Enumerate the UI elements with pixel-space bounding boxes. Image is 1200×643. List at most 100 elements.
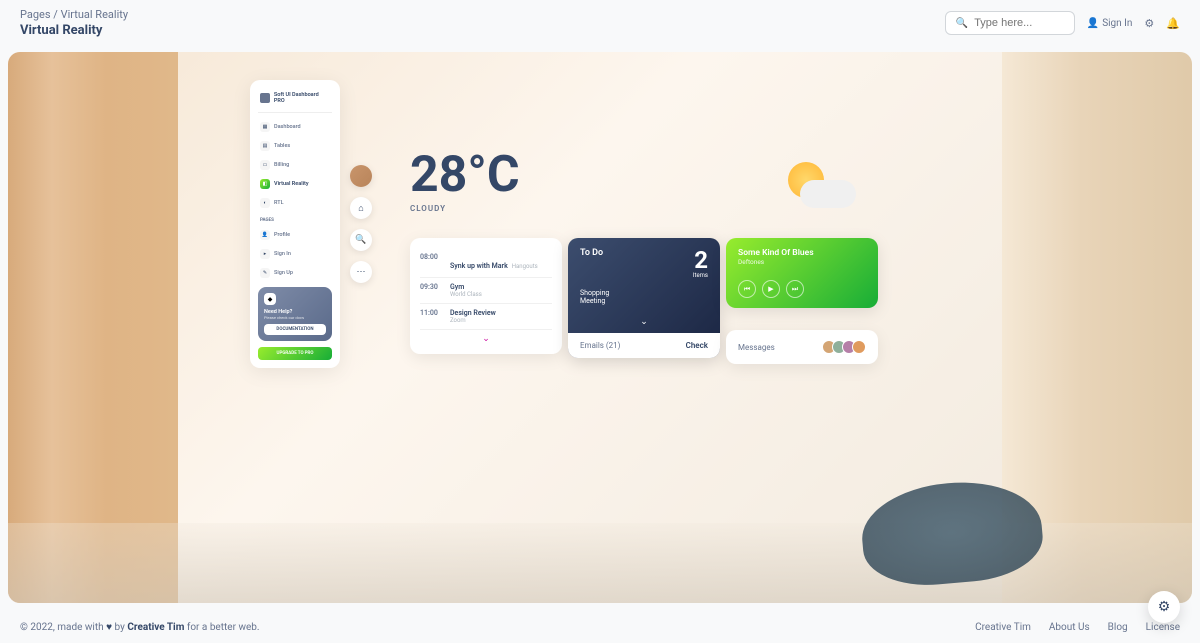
play-button[interactable]: ▶ xyxy=(762,280,780,298)
schedule-time: 11:00 xyxy=(420,309,442,324)
sidebar-item-tables[interactable]: ▤ Tables xyxy=(258,138,332,154)
upgrade-button[interactable]: UPGRADE TO PRO xyxy=(258,347,332,360)
sidebar-item-label: RTL xyxy=(274,200,284,206)
more-button[interactable]: ⋯ xyxy=(350,261,372,283)
sidebar-item-label: Virtual Reality xyxy=(274,181,309,187)
billing-icon: ▭ xyxy=(260,160,270,170)
weather-icon xyxy=(780,160,860,210)
vr-icon: ◧ xyxy=(260,179,270,189)
emails-label: Emails (21) xyxy=(580,341,620,350)
signup-icon: ✎ xyxy=(260,268,270,278)
messages-card[interactable]: Messages xyxy=(726,330,878,364)
footer-year: © 2022, xyxy=(20,622,55,633)
sidebar-item-signin[interactable]: ▸ Sign In xyxy=(258,246,332,262)
schedule-row[interactable]: 08:00 Synk up with Mark Hangouts xyxy=(420,248,552,278)
tables-icon: ▤ xyxy=(260,141,270,151)
search-icon: 🔍 xyxy=(956,18,968,29)
footer-link[interactable]: License xyxy=(1146,622,1180,633)
footer-link[interactable]: Creative Tim xyxy=(975,622,1031,633)
footer-made: made with xyxy=(57,622,103,633)
prev-button[interactable]: ⏮ xyxy=(738,280,756,298)
music-title: Some Kind Of Blues xyxy=(738,248,866,258)
heart-icon: ♥ xyxy=(106,622,112,633)
search-button[interactable]: 🔍 xyxy=(350,229,372,251)
home-button[interactable]: ⌂ xyxy=(350,197,372,219)
footer-author[interactable]: Creative Tim xyxy=(127,622,184,633)
signin-label: Sign In xyxy=(1102,18,1132,29)
weather-widget: 28°C CLOUDY xyxy=(410,150,520,213)
todo-task: Shopping xyxy=(580,289,708,297)
todo-title: To Do xyxy=(580,248,603,279)
sidebar: Soft UI Dashboard PRO ▦ Dashboard ▤ Tabl… xyxy=(250,80,340,368)
sidebar-item-label: Tables xyxy=(274,143,290,149)
notification-icon[interactable]: 🔔 xyxy=(1166,17,1180,30)
avatar-stack xyxy=(826,340,866,354)
search-input[interactable] xyxy=(974,17,1064,29)
footer: © 2022, made with ♥ by Creative Tim for … xyxy=(0,612,1200,643)
todo-count: 2 xyxy=(693,248,708,272)
music-card: Some Kind Of Blues Deftones ⏮ ▶ ⏭ xyxy=(726,238,878,308)
schedule-card: 08:00 Synk up with Mark Hangouts 09:30 G… xyxy=(410,238,562,354)
sidebar-item-label: Sign In xyxy=(274,251,291,257)
user-icon: 👤 xyxy=(1087,18,1099,29)
sidebar-item-rtl[interactable]: ◐ RTL xyxy=(258,195,332,211)
messages-label: Messages xyxy=(738,343,775,352)
search-box[interactable]: 🔍 xyxy=(945,11,1075,35)
weather-condition: CLOUDY xyxy=(410,204,520,213)
rtl-icon: ◐ xyxy=(260,198,270,208)
avatar xyxy=(852,340,866,354)
sidebar-item-profile[interactable]: 👤 Profile xyxy=(258,227,332,243)
sidebar-item-label: Billing xyxy=(274,162,289,168)
help-sub: Please check our docs xyxy=(264,315,326,320)
sidebar-item-billing[interactable]: ▭ Billing xyxy=(258,157,332,173)
page-title: Virtual Reality xyxy=(20,23,128,38)
todo-items-label: Items xyxy=(693,272,708,279)
temperature: 28°C xyxy=(410,150,520,200)
todo-expand[interactable]: ⌄ xyxy=(568,313,720,333)
schedule-expand[interactable]: ⌄ xyxy=(420,330,552,344)
schedule-title: Synk up with Mark xyxy=(450,262,508,270)
sidebar-section: PAGES xyxy=(258,214,332,227)
breadcrumb: Pages / Virtual Reality xyxy=(20,8,128,21)
check-link[interactable]: Check xyxy=(686,341,708,350)
documentation-button[interactable]: DOCUMENTATION xyxy=(264,324,326,335)
schedule-time: 08:00 xyxy=(420,253,442,272)
sidebar-item-label: Sign Up xyxy=(274,270,293,276)
dashboard-icon: ▦ xyxy=(260,122,270,132)
signin-link[interactable]: 👤 Sign In xyxy=(1087,18,1133,29)
cloud-icon xyxy=(800,180,856,208)
music-artist: Deftones xyxy=(738,258,866,266)
schedule-sub: World Class xyxy=(450,291,552,298)
settings-fab[interactable]: ⚙ xyxy=(1148,591,1180,623)
breadcrumb-root[interactable]: Pages xyxy=(20,8,51,21)
schedule-row[interactable]: 09:30 Gym World Class xyxy=(420,278,552,304)
profile-icon: 👤 xyxy=(260,230,270,240)
brand-icon xyxy=(260,93,270,103)
schedule-row[interactable]: 11:00 Design Review Zoom xyxy=(420,304,552,330)
schedule-sub: Hangouts xyxy=(512,263,538,270)
sidebar-item-dashboard[interactable]: ▦ Dashboard xyxy=(258,119,332,135)
breadcrumb-current: Virtual Reality xyxy=(61,8,128,21)
sidebar-item-label: Dashboard xyxy=(274,124,301,130)
help-icon: ◆ xyxy=(264,293,276,305)
schedule-sub: Zoom xyxy=(450,317,552,324)
help-card: ◆ Need Help? Please check our docs DOCUM… xyxy=(258,287,332,341)
schedule-title: Gym xyxy=(450,283,552,291)
signin-icon: ▸ xyxy=(260,249,270,259)
next-button[interactable]: ⏭ xyxy=(786,280,804,298)
footer-by: by xyxy=(115,622,125,633)
schedule-title: Design Review xyxy=(450,309,552,317)
sidebar-brand[interactable]: Soft UI Dashboard PRO xyxy=(258,88,332,113)
avatar-button[interactable] xyxy=(350,165,372,187)
todo-card: To Do 2 Items Shopping Meeting ⌄ Emails … xyxy=(568,238,720,358)
schedule-time: 09:30 xyxy=(420,283,442,298)
footer-tail: for a better web. xyxy=(187,622,260,633)
sidebar-item-signup[interactable]: ✎ Sign Up xyxy=(258,265,332,281)
footer-link[interactable]: About Us xyxy=(1049,622,1090,633)
sidebar-item-virtual-reality[interactable]: ◧ Virtual Reality xyxy=(258,176,332,192)
footer-link[interactable]: Blog xyxy=(1108,622,1128,633)
settings-icon[interactable]: ⚙ xyxy=(1144,17,1154,30)
sidebar-item-label: Profile xyxy=(274,232,290,238)
brand-text: Soft UI Dashboard PRO xyxy=(274,92,330,104)
todo-task: Meeting xyxy=(580,297,708,305)
